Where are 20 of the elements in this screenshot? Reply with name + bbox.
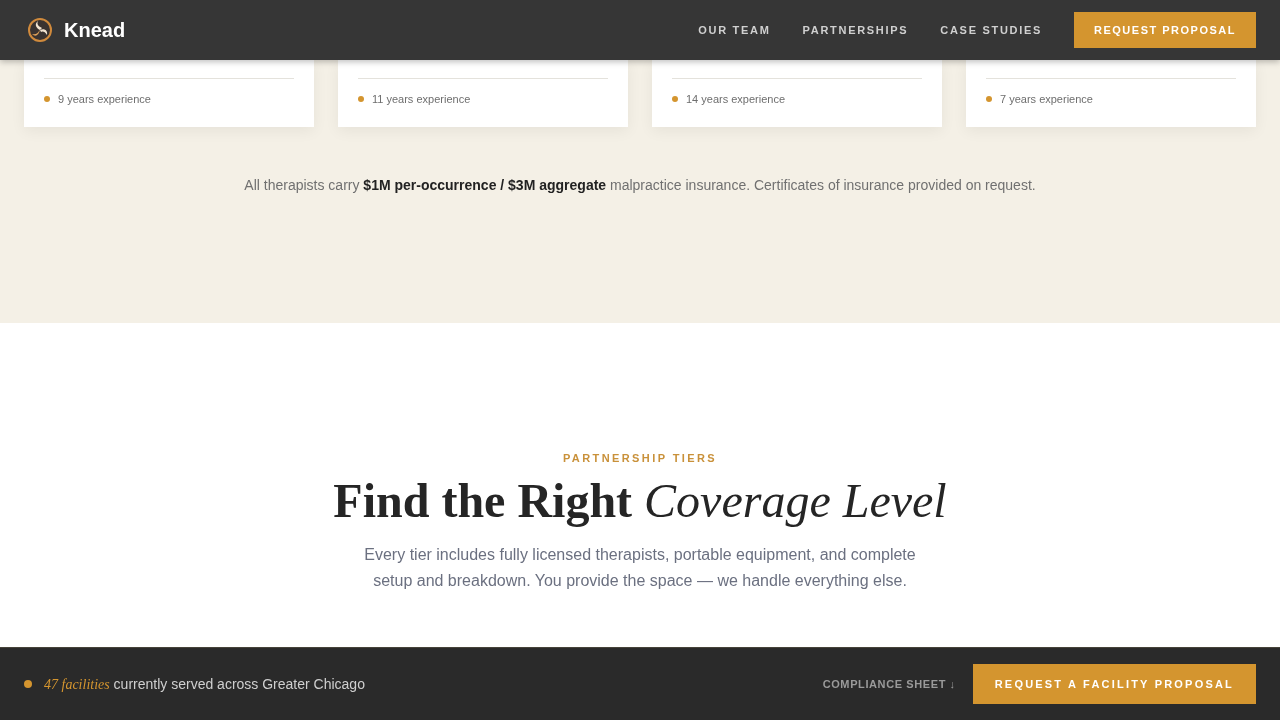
brand-name: Knead	[64, 18, 126, 42]
compliance-sheet-link[interactable]: COMPLIANCE SHEET ↓	[822, 678, 956, 690]
section-heading: Find the Right Coverage Level	[333, 473, 947, 529]
facilities-status: 47 facilities currently served across Greater Chicago	[44, 675, 365, 693]
swirl-logo-icon	[28, 18, 52, 42]
section-eyebrow: PARTNERSHIP TIERS	[562, 452, 718, 464]
experience-text: 11 years experience	[372, 93, 471, 105]
nav-link[interactable]: CASE STUDIES	[940, 24, 1043, 36]
nav-link[interactable]: PARTNERSHIPS	[802, 24, 909, 36]
experience-text: 14 years experience	[686, 93, 786, 105]
bullet-dot-icon	[986, 96, 992, 102]
section-description: Every tier includes fully licensed therapists, portable equipment, and complete setup and breakdown. You provide the space — we handle everything else.	[363, 544, 917, 591]
experience-text: 7 years experience	[1000, 93, 1093, 105]
bullet-dot-icon	[44, 96, 50, 102]
status-dot-icon	[24, 680, 32, 688]
bullet-dot-icon	[672, 96, 678, 102]
insurance-note: All therapists carry $1M per-occurrence / $3M aggregate malpractice insurance. Certificates of insurance provided on request.	[244, 177, 1036, 193]
experience-text: 9 years experience	[58, 93, 151, 105]
nav-link[interactable]: OUR TEAM	[698, 24, 771, 36]
bullet-dot-icon	[358, 96, 364, 102]
